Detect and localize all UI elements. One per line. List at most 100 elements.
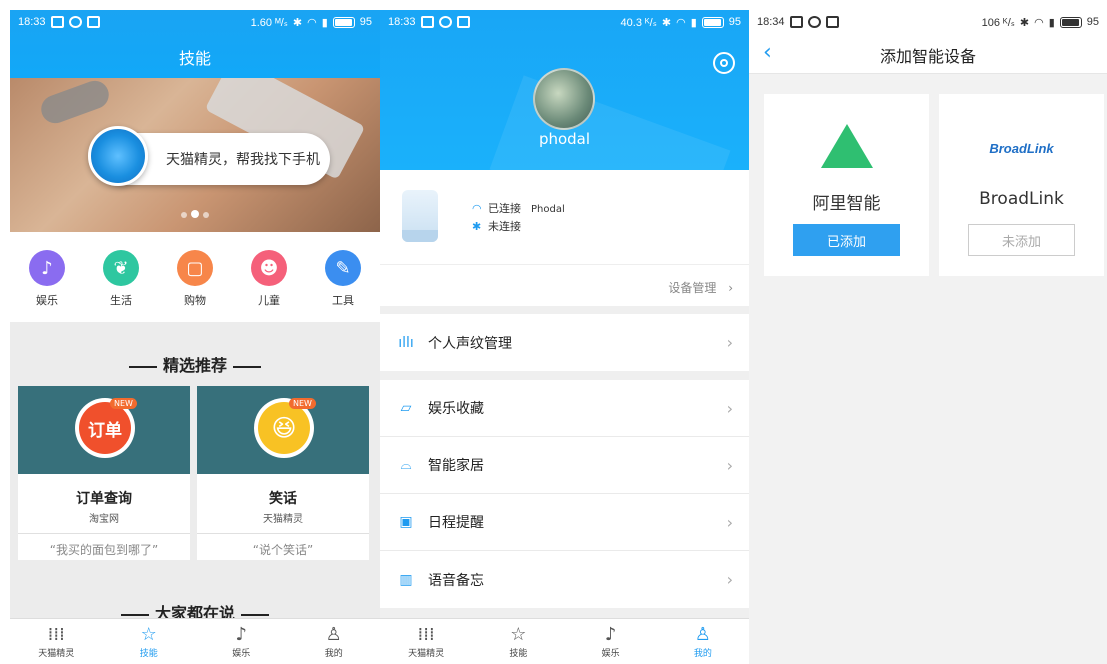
chevron-right-icon: › [726,398,733,418]
banner-bubble-text: 天猫精灵，帮我找下手机 [166,152,320,168]
menu-item-smart-home[interactable]: ⌓ 智能家居 › [380,437,749,494]
tab-me[interactable]: ♙ 我的 [299,624,369,659]
menu-item-label: 日程提醒 [428,515,484,531]
avatar[interactable] [533,68,595,130]
check-icon [68,16,82,28]
device-management-label: 设备管理 [668,281,717,295]
promo-banner[interactable]: 天猫精灵，帮我找下手机 [10,78,380,232]
chevron-right-icon: › [726,333,733,352]
banner-pagination [10,203,380,222]
music-note-icon: ♪ [235,624,248,645]
tab-label: 我的 [693,649,712,659]
bluetooth-icon: ✱ [1019,16,1030,29]
bluetooth-icon: ✱ [472,220,482,233]
title-dash [128,365,157,368]
signal-icon: ▮ [1048,16,1055,29]
skill-card-order[interactable]: 订单 NEW 订单查询 淘宝网 “我买的面包到哪了” [18,386,190,560]
status-bar: 18:34 106 ᴷ/ₛ ✱ ◠ ▮ 95 [749,10,1107,34]
profile-header: 18:33 40.3 ᴷ/ₛ ✱ ◠ ▮ 95 phodal [380,10,749,170]
category-tools[interactable]: ✎ 工具 [313,250,373,322]
laughing-face-icon: 😆 [258,402,310,454]
skills-header: 18:33 1.60 ᴹ/ₛ ✱ ◠ ▮ 95 技能 [10,10,380,78]
device-panel: ◠ 已连接 Phodal ✱ 未连接 设备管理 › [380,170,749,306]
battery-icon [1059,16,1082,28]
order-badge-text: 订单 [79,402,131,454]
tab-tmall-genie[interactable]: ⁞⁞⁞ 天猫精灵 [21,624,91,659]
gear-icon[interactable] [713,52,735,74]
new-tag: NEW [289,398,316,409]
skill-card-joke[interactable]: 😆 NEW 笑话 天猫精灵 “说个笑话” [197,386,369,560]
folder-icon: ▱ [400,400,412,416]
menu-item-voiceprint[interactable]: ıllı 个人声纹管理 › [380,314,749,371]
child-face-icon: ☻ [251,250,287,286]
tab-entertainment[interactable]: ♪ 娱乐 [206,624,276,659]
add-button[interactable]: 未添加 [968,224,1075,256]
banner-dot[interactable] [181,212,187,218]
menu-item-voice-memo[interactable]: ▥ 语音备忘 › [380,551,749,608]
bluetooth-connection-status: ✱ 未连接 [472,218,521,234]
category-entertainment[interactable]: ♪ 娱乐 [17,250,77,322]
banner-keys-image [37,78,113,128]
banner-dot[interactable] [203,212,209,218]
tab-skills[interactable]: ☆ 技能 [114,624,184,659]
page-title: 添加智能设备 [879,47,976,66]
speaker-device-image [402,190,438,242]
ali-smart-logo [764,124,929,174]
network-speed: 1.60 ᴹ/ₛ [250,16,288,29]
person-icon: ♙ [325,624,342,645]
card-provider: 天猫精灵 [263,514,303,525]
tab-me[interactable]: ♙ 我的 [668,624,738,659]
battery-level: 95 [1086,16,1099,28]
voice-bars-icon: ⁞⁞⁞ [47,624,65,645]
category-shopping[interactable]: ▢ 购物 [165,250,225,322]
featured-section-title: 精选推荐 [10,352,380,376]
vendor-card-ali[interactable]: 阿里智能 已添加 [764,94,929,276]
waveform-icon: ıllı [398,334,414,351]
vendor-name: 阿里智能 [812,194,881,214]
wifi-connection-status: ◠ 已连接 Phodal [472,200,565,216]
new-tag: NEW [110,398,137,409]
status-time: 18:33 [388,16,416,28]
menu-item-reminders[interactable]: ▣ 日程提醒 › [380,494,749,551]
music-note-icon: ♪ [604,624,617,645]
vendor-card-broadlink[interactable]: BroadLink BroadLink 未添加 [939,94,1104,276]
category-kids[interactable]: ☻ 儿童 [239,250,299,322]
tab-skills[interactable]: ☆ 技能 [483,624,553,659]
tab-entertainment[interactable]: ♪ 娱乐 [576,624,646,659]
card-example-phrase: “我买的面包到哪了” [18,533,190,558]
upload-icon [86,16,100,28]
wifi-network-name: Phodal [531,204,565,215]
sofa-icon: ⌓ [400,457,412,473]
wifi-icon: ◠ [1034,16,1044,29]
device-management-link[interactable]: 设备管理 › [380,264,749,296]
profile-screen: 18:33 40.3 ᴷ/ₛ ✱ ◠ ▮ 95 phodal ◠ 已连接 Phoda… [380,10,749,664]
banner-dot-active[interactable] [191,210,199,218]
username: phodal [538,130,591,148]
tab-label: 我的 [324,649,343,659]
menu-item-label: 语音备忘 [428,572,484,589]
nav-bar: ‹ 添加智能设备 [749,34,1107,74]
category-label: 生活 [110,294,132,307]
calendar-icon: ▣ [399,514,413,530]
network-speed: 106 ᴷ/ₛ [981,16,1015,29]
wifi-icon: ◠ [307,16,317,29]
category-label: 儿童 [258,294,280,307]
category-label: 娱乐 [36,294,58,307]
category-life[interactable]: ❦ 生活 [91,250,151,322]
bottom-tab-bar: ⁞⁞⁞ 天猫精灵 ☆ 技能 ♪ 娱乐 ♙ 我的 [10,618,380,664]
menu-item-favorites[interactable]: ▱ 娱乐收藏 › [380,380,749,437]
tab-label: 天猫精灵 [408,649,445,659]
signal-icon: ▮ [321,16,328,29]
settings-menu: ▱ 娱乐收藏 › ⌓ 智能家居 › ▣ 日程提醒 › ▥ 语音备忘 › [380,380,749,608]
status-time: 18:34 [757,16,785,28]
chevron-right-icon: › [726,512,733,532]
card-name: 笑话 [269,491,297,507]
star-icon: ☆ [140,624,157,645]
card-provider: 淘宝网 [89,514,119,525]
menu-item-label: 个人声纹管理 [428,335,512,352]
tab-tmall-genie[interactable]: ⁞⁞⁞ 天猫精灵 [391,624,461,659]
bag-icon: ▢ [177,250,213,286]
voice-memo-icon: ▥ [399,571,413,588]
added-button[interactable]: 已添加 [793,224,900,256]
tab-label: 娱乐 [601,649,620,659]
